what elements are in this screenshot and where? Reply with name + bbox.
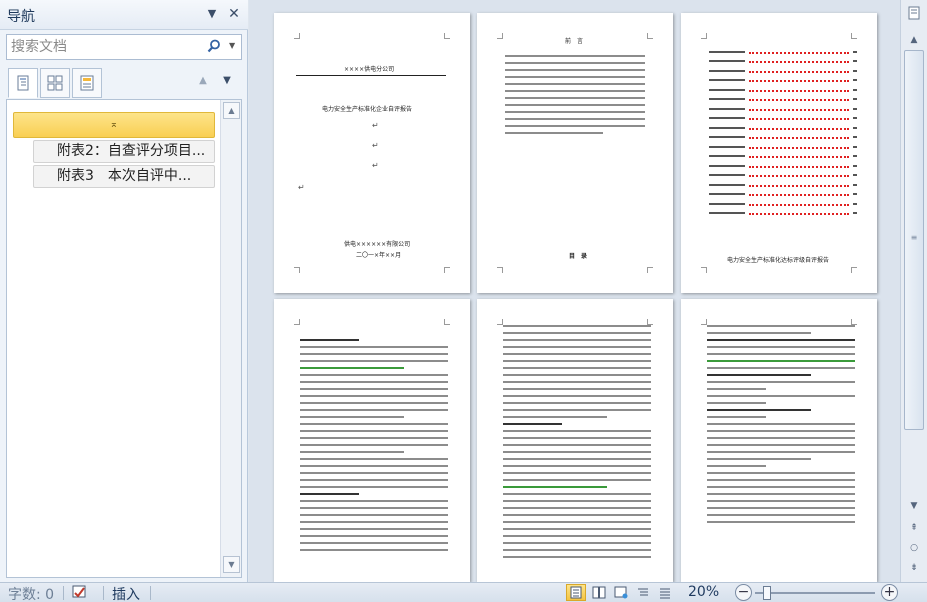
search-box: ▼ [6,34,242,60]
chevron-down-icon[interactable]: ▼ [205,8,219,20]
outline-icon [638,588,648,596]
zoom-slider[interactable] [755,592,875,594]
page-thumbnail[interactable] [274,299,470,582]
status-bar: 字数: 0 插入 20% − + [0,582,927,602]
document-area[interactable]: ××××供电分公司 电力安全生产标准化企业自评报告 ↵ ↵ ↵ ↵ 供电××××… [249,0,900,582]
headings-scrollbar[interactable]: ▲ ▼ [220,100,241,577]
web-layout-icon [614,586,628,599]
tab-pages[interactable] [40,68,70,98]
page-thumbnail[interactable] [681,299,877,582]
page-thumbnail[interactable] [477,299,673,582]
scroll-up-icon[interactable]: ▲ [904,32,924,48]
scroll-down-icon[interactable]: ▼ [223,556,240,573]
zoom-level[interactable]: 20% [688,584,719,600]
navigation-tabs: ▲ ▼ [6,68,242,100]
results-icon [80,75,94,91]
previous-page-icon[interactable]: ⇞ [904,520,924,536]
search-input[interactable] [7,35,203,59]
page-thumbnail[interactable]: 前 言 目 录 [477,13,673,293]
cover-title: 电力安全生产标准化企业自评报告 [322,106,413,113]
search-icon[interactable] [207,39,223,55]
headings-icon [17,75,29,91]
web-layout-button[interactable] [611,584,631,601]
page-thumbnail[interactable]: ××××供电分公司 电力安全生产标准化企业自评报告 ↵ ↵ ↵ ↵ 供电××××… [274,13,470,293]
draft-icon [660,588,670,599]
document-scrollbar[interactable]: ▲ ≡ ▼ ⇞ ○ ⇟ [900,0,927,582]
navigation-header: 导航 ▼ ✕ [0,0,248,30]
cover-date: 二〇一×年××月 [356,252,402,259]
zoom-out-button[interactable]: − [735,584,752,601]
scroll-up-icon[interactable]: ▲ [223,102,240,119]
preface-heading: 前 言 [565,38,584,45]
preface-text [505,55,645,139]
next-result-icon[interactable]: ▼ [220,74,234,88]
ruler-toggle-icon[interactable] [904,6,924,22]
draft-view-button[interactable] [655,584,675,601]
proofing-icon[interactable] [70,584,92,601]
print-layout-icon [570,586,582,599]
book-icon [592,586,606,599]
page-thumbnail[interactable]: 电力安全生产标准化达标评级自评报告 [681,13,877,293]
report-title: 电力安全生产标准化达标评级自评报告 [727,257,830,264]
insert-mode-indicator[interactable]: 插入 [112,584,140,602]
full-screen-reading-button[interactable] [589,584,609,601]
heading-item[interactable]: 附表2：自查评分项目... [33,140,215,163]
cover-company: ××××供电分公司 [344,66,395,73]
outline-view-button[interactable] [633,584,653,601]
select-browse-object-icon[interactable]: ○ [904,540,924,556]
chevron-down-icon[interactable]: ▼ [229,41,235,50]
tab-results[interactable] [72,68,102,98]
print-layout-button[interactable] [566,584,586,601]
zoom-in-button[interactable]: + [881,584,898,601]
navigation-title: 导航 [7,9,35,25]
previous-result-icon[interactable]: ▲ [196,74,210,88]
navigation-pane: 导航 ▼ ✕ ▼ ▲ ▼ ⌅ 附表2：自查评分项目... 附表3 本次自评中..… [0,0,248,582]
heading-item-selected[interactable]: ⌅ [13,112,215,138]
cover-rule [296,75,446,76]
heading-item[interactable]: 附表3 本次自评中... [33,165,215,188]
tab-headings[interactable] [8,68,38,98]
cover-signature: 供电××××××有限公司 [344,241,411,248]
scrollbar-thumb[interactable]: ≡ [904,50,924,430]
grip-icon: ≡ [910,233,918,242]
zoom-slider-thumb[interactable] [763,586,771,600]
close-icon[interactable]: ✕ [226,6,242,22]
word-count[interactable]: 字数: 0 [8,584,54,602]
thumbnails-icon [47,75,63,91]
toc-heading: 目 录 [569,253,588,260]
next-page-icon[interactable]: ⇟ [904,560,924,576]
headings-list: ⌅ 附表2：自查评分项目... 附表3 本次自评中... ▲ ▼ [6,99,242,578]
scroll-down-icon[interactable]: ▼ [904,498,924,514]
